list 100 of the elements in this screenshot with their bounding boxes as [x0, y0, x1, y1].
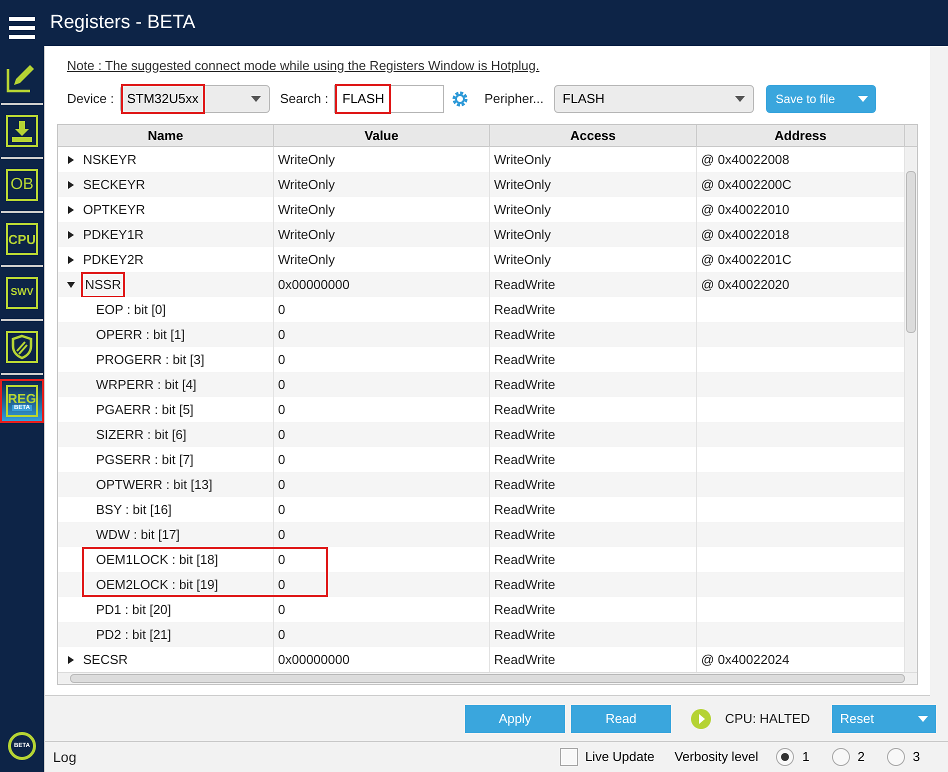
value-cell-text: 0x00000000: [278, 276, 350, 294]
access-cell-text: ReadWrite: [494, 326, 556, 344]
collapsed-triangle-icon[interactable]: [67, 180, 75, 189]
access-cell-text: ReadWrite: [494, 376, 556, 394]
access-cell-text: ReadWrite: [494, 576, 556, 594]
register-name: NSSR: [83, 274, 124, 296]
peripheral-dropdown[interactable]: FLASH: [554, 85, 754, 113]
caret-icon: [250, 96, 261, 102]
access-cell-text: ReadWrite: [494, 626, 556, 644]
value-cell-text: 0: [278, 576, 286, 594]
column-header[interactable]: Name: [58, 125, 274, 146]
menu-icon[interactable]: [9, 16, 35, 38]
value-cell-text: 0: [278, 526, 286, 544]
address-cell-text: @ 0x4002201C: [701, 251, 792, 270]
verbosity-radio[interactable]: [886, 748, 905, 766]
value-cell-text: 0: [278, 426, 286, 444]
collapsed-triangle-icon[interactable]: [67, 206, 75, 214]
access-cell-text: WriteOnly: [494, 176, 551, 194]
expanded-triangle-icon[interactable]: [67, 280, 75, 289]
caret-icon: [734, 96, 745, 102]
address-cell-text: @ 0x40022010: [701, 201, 790, 220]
shield-icon: [6, 331, 38, 363]
register-name: PGSERR : bit [7]: [96, 451, 194, 470]
verbosity-option-label: 2: [858, 748, 865, 766]
register-name: OPTWERR : bit [13]: [96, 476, 212, 494]
verbosity-radio[interactable]: [776, 748, 794, 766]
value-cell-text: 0x00000000: [278, 651, 350, 670]
caret-icon: [858, 96, 868, 102]
swv-icon: SWV: [6, 277, 38, 309]
access-cell-text: WriteOnly: [494, 251, 551, 270]
device-dropdown[interactable]: STM32U5xx: [120, 85, 270, 113]
register-name: EOP : bit [0]: [96, 301, 166, 320]
peripheral-label: Peripher...: [484, 90, 544, 108]
access-cell-text: ReadWrite: [494, 351, 556, 370]
search-value: FLASH: [335, 84, 392, 114]
address-cell-text: @ 0x4002200C: [701, 176, 792, 194]
gear-icon[interactable]: [450, 89, 470, 109]
verbosity-label: Verbosity level: [674, 748, 758, 766]
search-field[interactable]: FLASH: [334, 85, 444, 113]
value-cell-text: WriteOnly: [278, 201, 335, 220]
access-cell-text: ReadWrite: [494, 301, 556, 320]
value-cell-text: WriteOnly: [278, 251, 335, 270]
hotplug-note: Note : The suggested connect mode while using the Registers Window is Hotplug.: [67, 56, 540, 75]
access-cell-text: ReadWrite: [494, 601, 556, 620]
register-name: PD1 : bit [20]: [96, 601, 172, 620]
register-name: PROGERR : bit [3]: [96, 351, 204, 370]
column-header[interactable]: Value: [274, 125, 490, 146]
value-cell-text: WriteOnly: [278, 226, 335, 244]
column-header[interactable]: Address: [697, 125, 905, 146]
collapsed-triangle-icon[interactable]: [67, 230, 75, 239]
register-name: PD2 : bit [21]: [96, 626, 172, 644]
access-cell-text: ReadWrite: [494, 476, 556, 494]
live-update-label: Live Update: [585, 748, 654, 766]
register-name: PDKEY2R: [83, 251, 144, 270]
caret-icon: [918, 716, 928, 722]
cpu-icon: CPU: [6, 223, 38, 255]
access-cell-text: ReadWrite: [494, 276, 556, 294]
ob-icon: OB: [6, 169, 38, 201]
collapsed-triangle-icon[interactable]: [67, 156, 75, 164]
sidebar-item[interactable]: CPU: [0, 217, 44, 261]
register-name: OPTKEYR: [83, 201, 146, 220]
value-cell-text: 0: [278, 626, 286, 644]
register-name: OEM2LOCK : bit [19]: [96, 576, 218, 594]
value-cell-text: 0: [278, 501, 286, 520]
column-header[interactable]: Access: [490, 125, 697, 146]
value-cell-text: 0: [278, 376, 286, 394]
access-cell-text: ReadWrite: [494, 551, 556, 570]
sidebar-item[interactable]: OB: [0, 163, 44, 207]
value-cell-text: 0: [278, 476, 286, 494]
register-name: BSY : bit [16]: [96, 501, 172, 520]
register-name: SECKEYR: [83, 176, 146, 194]
collapsed-triangle-icon[interactable]: [67, 656, 75, 664]
register-name: PGAERR : bit [5]: [96, 401, 194, 420]
access-cell-text: ReadWrite: [494, 651, 556, 670]
access-cell-text: WriteOnly: [494, 151, 551, 170]
download-icon: [6, 115, 38, 147]
live-update-checkbox[interactable]: [560, 748, 578, 766]
value-cell-text: 0: [278, 601, 286, 620]
sidebar-item[interactable]: SWV: [0, 271, 44, 315]
address-cell-text: @ 0x40022018: [701, 226, 790, 244]
search-label: Search :: [280, 90, 328, 108]
value-cell-text: 0: [278, 451, 286, 470]
collapsed-triangle-icon[interactable]: [67, 256, 75, 264]
value-cell-text: WriteOnly: [278, 176, 335, 194]
register-name: WRPERR : bit [4]: [96, 376, 196, 394]
access-cell-text: ReadWrite: [494, 501, 556, 520]
device-value: STM32U5xx: [120, 84, 204, 114]
access-cell-text: WriteOnly: [494, 226, 551, 244]
horizontal-scrollbar[interactable]: [58, 672, 917, 684]
verbosity-radio[interactable]: [832, 748, 850, 766]
register-name: SIZERR : bit [6]: [96, 426, 186, 444]
access-cell-text: ReadWrite: [494, 526, 556, 544]
access-cell-text: WriteOnly: [494, 201, 551, 220]
address-cell-text: @ 0x40022020: [701, 276, 790, 294]
access-cell-text: ReadWrite: [494, 451, 556, 470]
value-cell-text: WriteOnly: [278, 151, 335, 170]
access-cell-text: ReadWrite: [494, 426, 556, 444]
value-cell-text: 0: [278, 351, 286, 370]
value-cell-text: 0: [278, 301, 286, 320]
vertical-scrollbar[interactable]: [905, 147, 917, 672]
